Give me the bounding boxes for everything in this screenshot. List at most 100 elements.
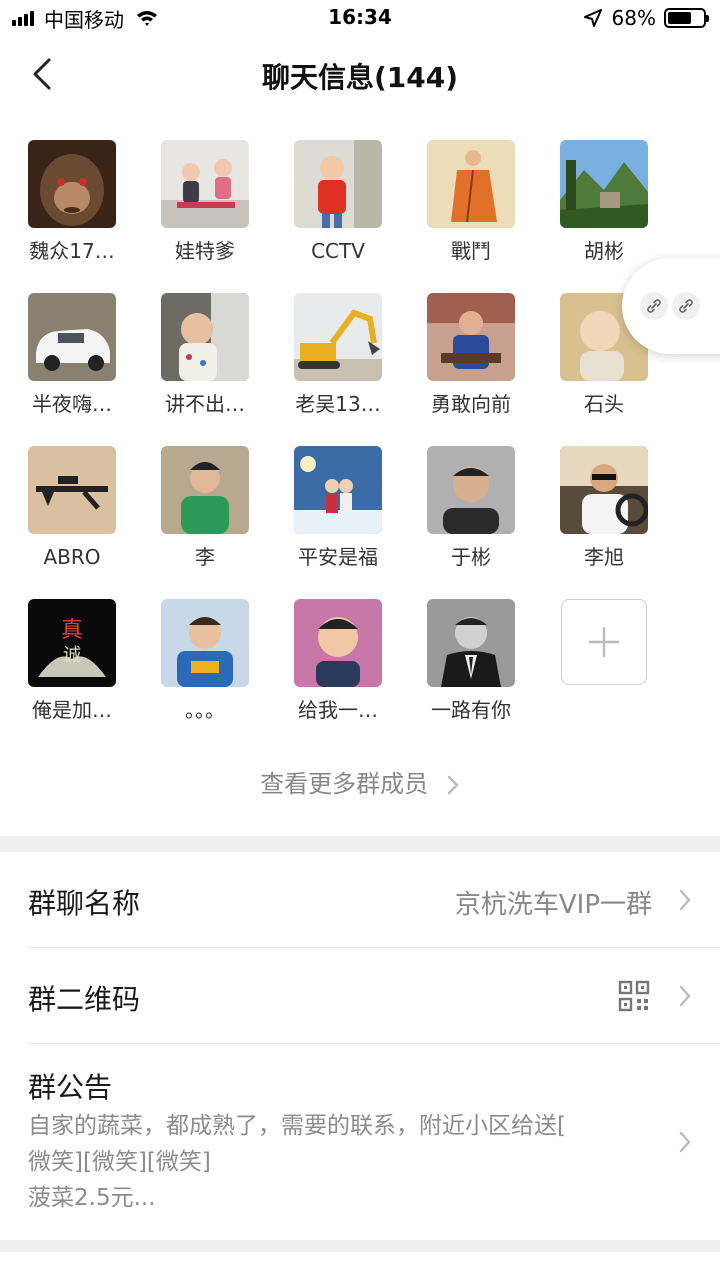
add-member-button[interactable] [561,599,647,685]
member-name: 勇敢向前 [431,392,511,416]
member-name: 魏众17… [29,239,115,263]
battery-fill [668,12,692,24]
group-name-value: 京杭洗车VIP一群 [454,890,652,920]
kids-on-swing-avatar [161,140,249,228]
member-name: ABRO [43,545,101,569]
member-avatar [161,140,249,228]
location-arrow-icon [583,9,602,27]
chevron-right-icon [679,1131,691,1153]
member-item[interactable]: 半夜嗨… [12,293,132,417]
member-item[interactable]: 勇敢向前 [411,293,531,417]
plus-icon [589,627,619,657]
monk-painting-avatar [427,140,515,228]
member-avatar [427,293,515,381]
member-avatar [294,446,382,534]
member-avatar [427,140,515,228]
member-name: 戰鬥 [451,239,491,263]
member-item[interactable]: 老吴13… [278,293,398,417]
member-name: 李旭 [584,545,624,569]
boy-in-red-avatar [294,140,382,228]
excavator-avatar [294,293,382,381]
member-item[interactable]: 讲不出… [145,293,265,417]
member-avatar [427,446,515,534]
add-member-item[interactable] [544,599,664,685]
group-name-label: 群聊名称 [28,887,141,920]
member-avatar [560,140,648,228]
member-item[interactable]: 于彬 [411,446,531,570]
white-car-avatar [28,293,116,381]
notice-line: 自家的蔬菜，都成熟了，需要的联系，附近小区给送[ [28,1113,566,1139]
chevron-right-icon [679,985,691,1007]
group-notice-label: 群公告 [28,1071,113,1104]
status-right: 68% [583,6,709,30]
member-item[interactable]: 平安是福 [278,446,398,570]
mountain-landscape-avatar [560,140,648,228]
nav-bar: 聊天信息(144) [0,36,720,112]
status-bar: 中国移动 16:34 68% [0,0,720,36]
group-name-row[interactable]: 群聊名称 京杭洗车VIP一群 [28,852,720,948]
member-item[interactable]: CCTV [278,140,398,264]
member-name: 胡彬 [584,239,624,263]
member-avatar [28,293,116,381]
link-icon [640,292,668,320]
member-avatar [294,599,382,687]
member-name: 半夜嗨… [32,392,112,416]
member-avatar [427,599,515,687]
link-icon [672,292,700,320]
member-name: 。。。 [185,698,225,722]
member-name: CCTV [311,239,365,263]
member-item[interactable]: 一路有你 [411,599,531,723]
man-sunglasses-driving-avatar [560,446,648,534]
member-item[interactable]: 真诚俺是加… [12,599,132,723]
group-notice-text: 自家的蔬菜，都成熟了，需要的联系，附近小区给送[ 微笑][微笑][微笑] 菠菜2… [28,1108,658,1216]
member-name: 给我一… [298,698,378,722]
member-avatar: 真诚 [28,599,116,687]
member-item[interactable]: 胡彬 [544,140,664,264]
view-more-members-label: 查看更多群成员 [260,770,429,798]
floating-link-bubble[interactable] [622,258,720,354]
member-item[interactable]: 娃特爹 [145,140,265,264]
man-in-car-avatar [161,293,249,381]
chevron-right-icon [679,889,691,911]
member-avatar [161,293,249,381]
member-item[interactable]: 给我一… [278,599,398,723]
notice-line: 菠菜2.5元... [28,1185,156,1211]
member-item[interactable]: 。。。 [145,599,265,723]
member-item[interactable]: ABRO [12,446,132,570]
member-name: 俺是加… [32,698,112,722]
member-name: 平安是福 [298,545,378,569]
section-divider [0,836,720,852]
member-item[interactable]: 戰鬥 [411,140,531,264]
member-avatar [161,446,249,534]
member-name: 讲不出… [165,392,245,416]
member-name: 李 [195,545,215,569]
boy-green-shirt-avatar [161,446,249,534]
man-in-suit-avatar [427,599,515,687]
svg-text:真: 真 [61,618,83,643]
member-avatar [28,446,116,534]
section-divider [0,1240,720,1252]
man-portrait-avatar [427,446,515,534]
page-title: 聊天信息(144) [261,61,459,94]
member-item[interactable]: 李旭 [544,446,664,570]
notice-line: 微笑][微笑][微笑] [28,1149,211,1175]
boy-with-phone-avatar [161,599,249,687]
rifle-avatar [28,446,116,534]
battery-percent: 68% [611,6,656,30]
group-qr-label: 群二维码 [28,983,141,1016]
member-name: 石头 [584,392,624,416]
qr-code-icon [618,980,650,1012]
member-item[interactable]: 李 [145,446,265,570]
couple-snow-avatar [294,446,382,534]
chevron-right-icon [447,775,459,795]
member-item[interactable]: 魏众17… [12,140,132,264]
group-qr-row[interactable]: 群二维码 [28,948,720,1044]
view-more-members-link[interactable]: 查看更多群成员 [0,764,720,799]
member-name: 于彬 [451,545,491,569]
young-man-selfie-avatar [294,599,382,687]
member-avatar [161,599,249,687]
member-avatar [28,140,116,228]
battery-icon [664,8,709,28]
member-avatar [560,446,648,534]
svg-text:诚: 诚 [63,645,81,666]
